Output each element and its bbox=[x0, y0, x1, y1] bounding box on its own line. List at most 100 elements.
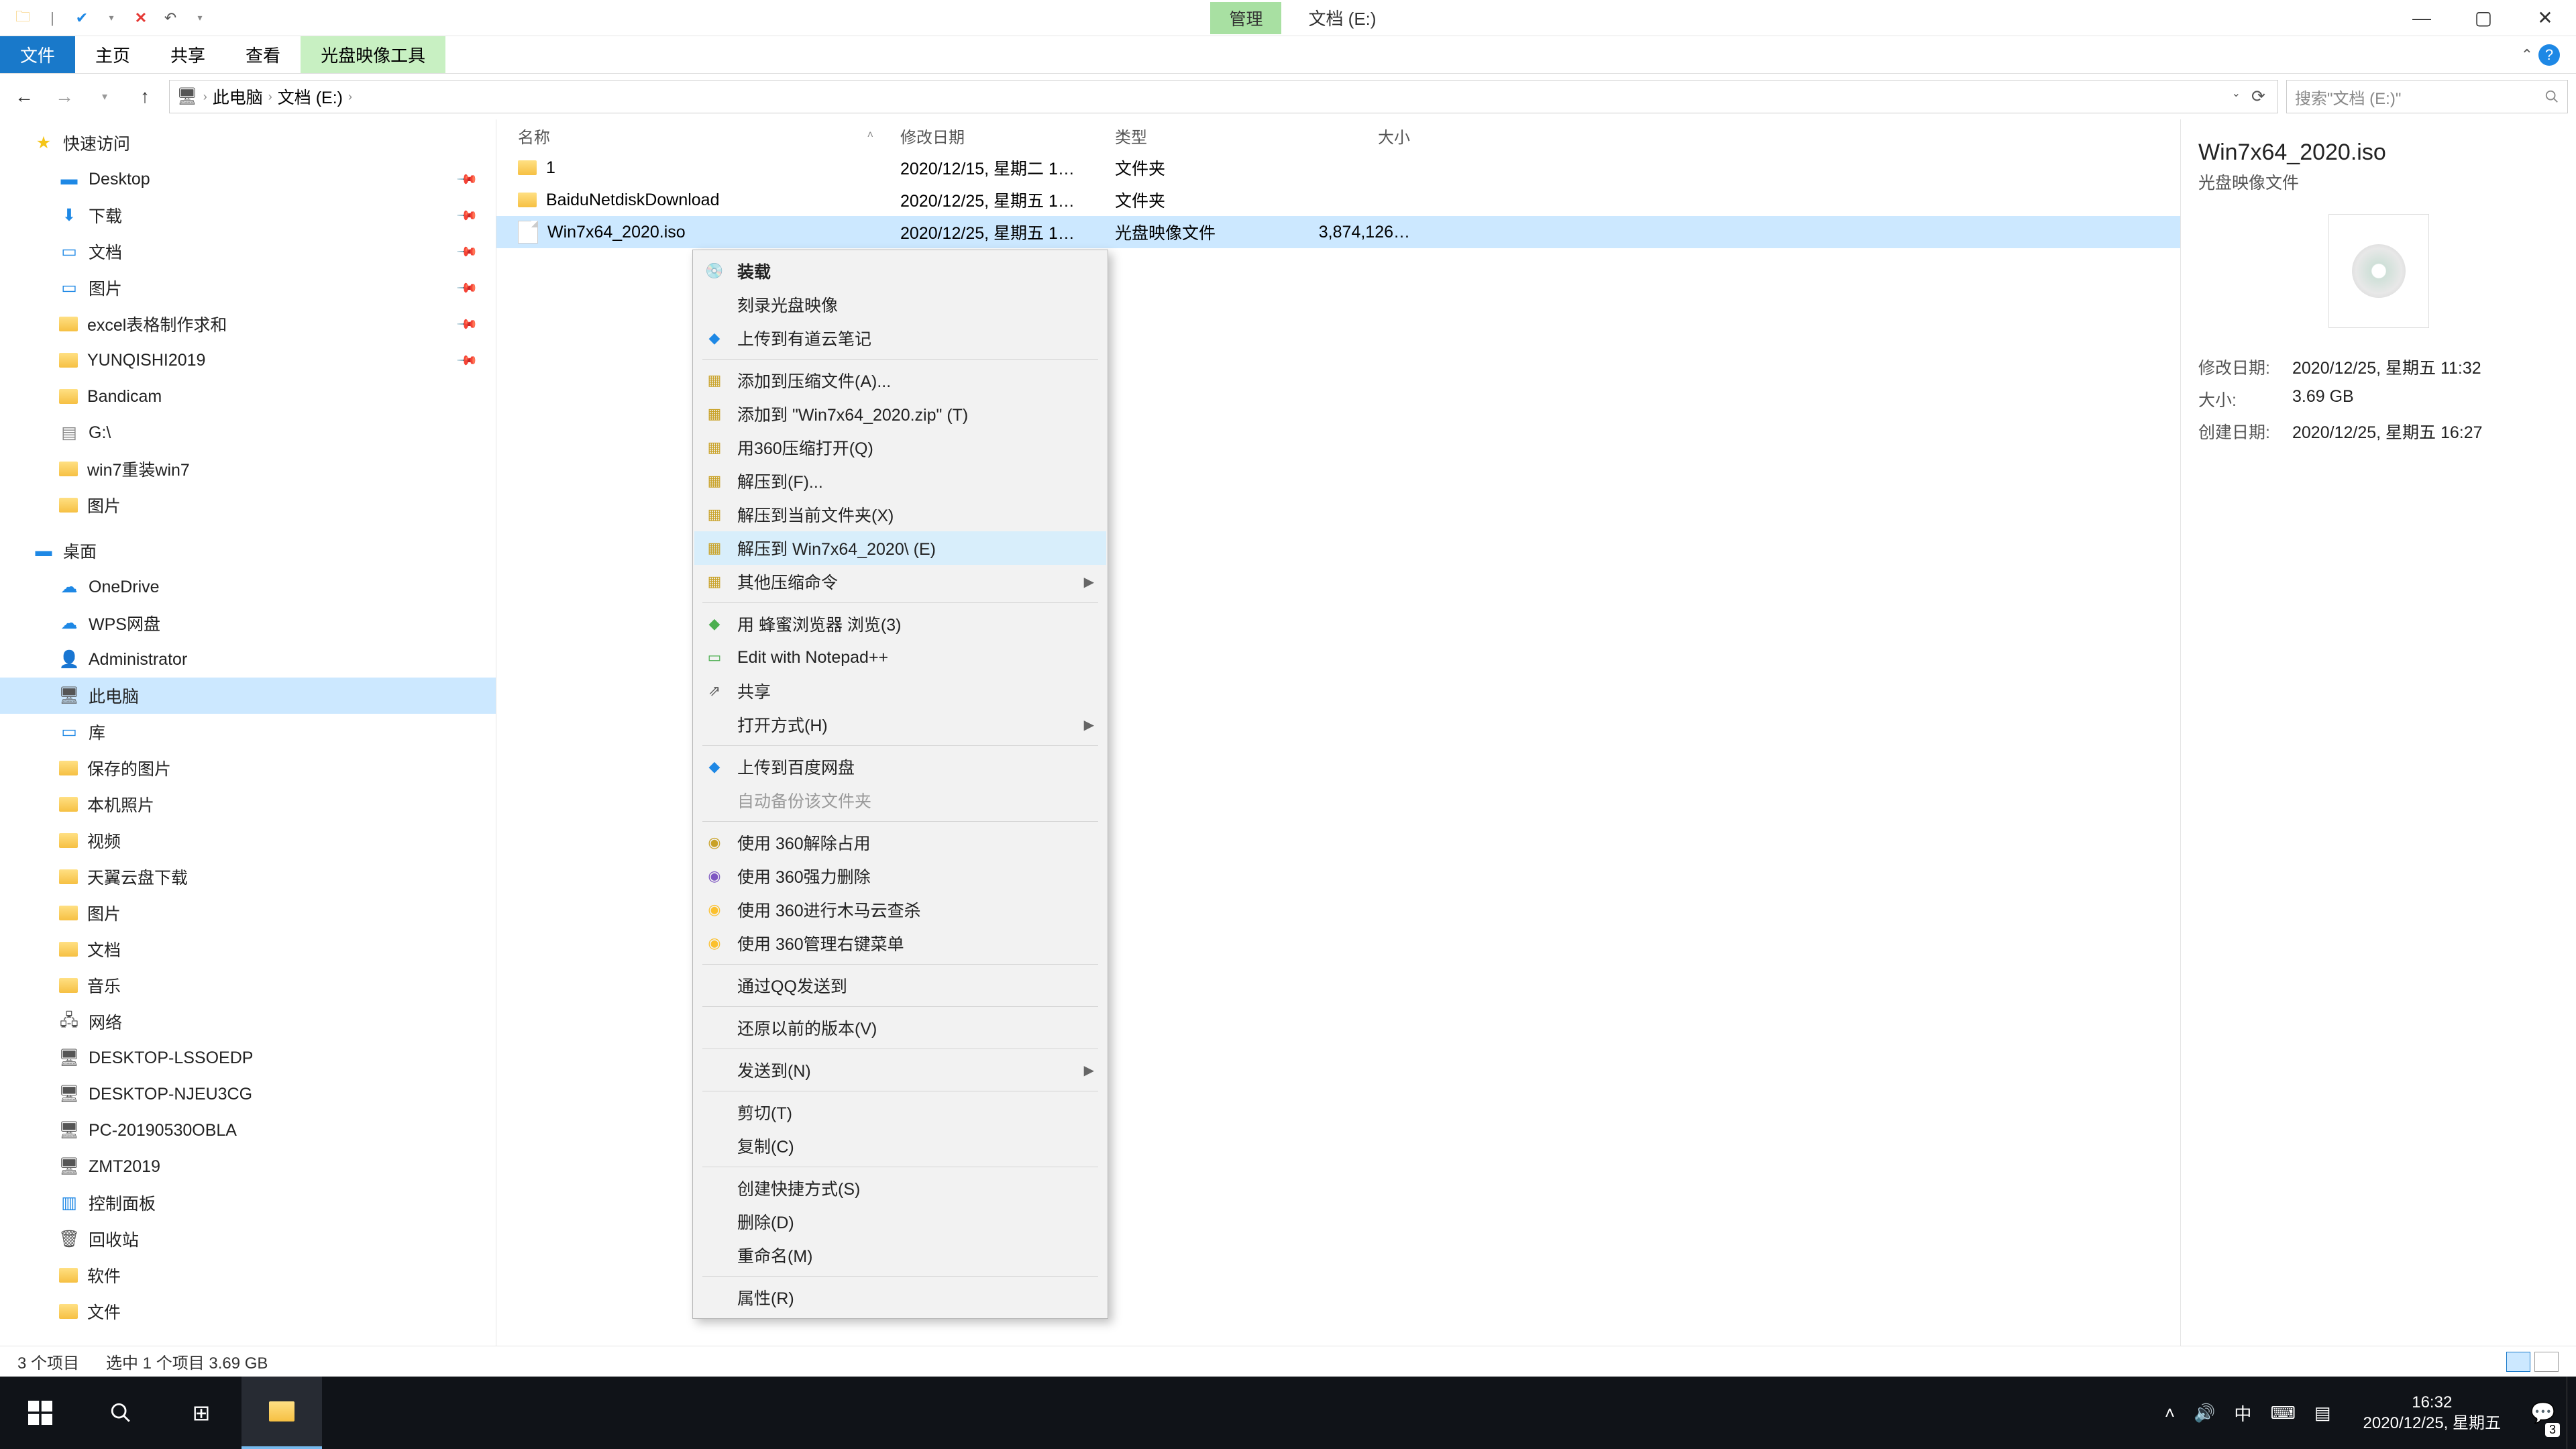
col-size[interactable]: 大小 bbox=[1303, 124, 1424, 148]
ime-indicator[interactable]: 中 bbox=[2234, 1401, 2251, 1426]
cm-notepad[interactable]: ▭Edit with Notepad++ bbox=[694, 641, 1106, 674]
nav-network[interactable]: 🖧网络 bbox=[0, 1004, 496, 1040]
cm-send-to[interactable]: 发送到(N)▶ bbox=[694, 1053, 1106, 1087]
nav-quick-access[interactable]: ★快速访问 bbox=[0, 125, 496, 161]
file-row-selected[interactable]: Win7x64_2020.iso 2020/12/25, 星期五 1… 光盘映像… bbox=[496, 216, 2180, 248]
ribbon-collapse-icon[interactable]: ⌃ bbox=[2521, 46, 2533, 64]
nav-lib-videos[interactable]: 视频 bbox=[0, 822, 496, 859]
forward-button[interactable]: → bbox=[48, 80, 80, 113]
show-desktop-button[interactable] bbox=[2567, 1377, 2576, 1449]
nav-pictures-2[interactable]: 图片 bbox=[0, 487, 496, 523]
undo-icon[interactable]: ↶ bbox=[161, 9, 180, 28]
nav-pictures[interactable]: ▭图片📌 bbox=[0, 270, 496, 306]
cm-add-archive[interactable]: ▦添加到压缩文件(A)... bbox=[694, 364, 1106, 397]
cm-qq-send[interactable]: 通过QQ发送到 bbox=[694, 969, 1106, 1002]
cm-baidu[interactable]: ◆上传到百度网盘 bbox=[694, 750, 1106, 784]
cm-other-compress[interactable]: ▦其他压缩命令▶ bbox=[694, 565, 1106, 598]
ribbon-tab-share[interactable]: 共享 bbox=[150, 36, 225, 73]
nav-lib-documents[interactable]: 文档 bbox=[0, 931, 496, 967]
task-view-button[interactable]: ⊞ bbox=[161, 1377, 241, 1449]
nav-control-panel[interactable]: ▥控制面板 bbox=[0, 1185, 496, 1221]
taskbar-clock[interactable]: 16:32 2020/12/25, 星期五 bbox=[2345, 1392, 2520, 1434]
back-button[interactable]: ← bbox=[8, 80, 40, 113]
tray-chevron-icon[interactable]: ˄ bbox=[2165, 1403, 2175, 1424]
cm-copy[interactable]: 复制(C) bbox=[694, 1129, 1106, 1163]
cm-delete[interactable]: 删除(D) bbox=[694, 1205, 1106, 1238]
cm-extract-named[interactable]: ▦解压到 Win7x64_2020\ (E) bbox=[694, 531, 1106, 565]
cm-open-360zip[interactable]: ▦用360压缩打开(Q) bbox=[694, 431, 1106, 464]
cm-properties[interactable]: 属性(R) bbox=[694, 1281, 1106, 1314]
cm-extract-to[interactable]: ▦解压到(F)... bbox=[694, 464, 1106, 498]
view-details-button[interactable] bbox=[2506, 1352, 2530, 1372]
taskbar-explorer[interactable] bbox=[241, 1377, 322, 1449]
ribbon-tab-file[interactable]: 文件 bbox=[0, 36, 75, 73]
qat-dropdown-icon[interactable]: ▾ bbox=[102, 9, 121, 28]
cm-360-menu[interactable]: ◉使用 360管理右键菜单 bbox=[694, 926, 1106, 960]
nav-software[interactable]: 软件 bbox=[0, 1257, 496, 1293]
cm-360-force-delete[interactable]: ◉使用 360强力删除 bbox=[694, 859, 1106, 893]
nav-downloads[interactable]: ⬇下载📌 bbox=[0, 197, 496, 233]
nav-lib-pictures[interactable]: 图片 bbox=[0, 895, 496, 931]
nav-folder-bandicam[interactable]: Bandicam bbox=[0, 378, 496, 415]
cm-add-zip[interactable]: ▦添加到 "Win7x64_2020.zip" (T) bbox=[694, 397, 1106, 431]
cm-open-with[interactable]: 打开方式(H)▶ bbox=[694, 708, 1106, 741]
nav-libraries[interactable]: ▭库 bbox=[0, 714, 496, 750]
crumb-loc[interactable]: 文档 (E:) bbox=[278, 85, 343, 109]
qat-more-icon[interactable]: ▾ bbox=[191, 9, 209, 28]
file-row[interactable]: BaiduNetdiskDownload 2020/12/25, 星期五 1… … bbox=[496, 184, 2180, 216]
action-center-button[interactable]: 💬 3 bbox=[2520, 1377, 2567, 1449]
nav-wps[interactable]: ☁WPS网盘 bbox=[0, 605, 496, 641]
nav-net-3[interactable]: 🖥PC-20190530OBLA bbox=[0, 1112, 496, 1148]
nav-drive-g[interactable]: ▤G:\ bbox=[0, 415, 496, 451]
cm-shortcut[interactable]: 创建快捷方式(S) bbox=[694, 1171, 1106, 1205]
nav-net-1[interactable]: 🖥DESKTOP-LSSOEDP bbox=[0, 1040, 496, 1076]
ribbon-tab-home[interactable]: 主页 bbox=[75, 36, 150, 73]
nav-folder-yunqishi[interactable]: YUNQISHI2019📌 bbox=[0, 342, 496, 378]
history-dropdown[interactable]: ▾ bbox=[89, 80, 121, 113]
start-button[interactable] bbox=[0, 1377, 80, 1449]
nav-onedrive[interactable]: ☁OneDrive bbox=[0, 569, 496, 605]
cm-extract-here[interactable]: ▦解压到当前文件夹(X) bbox=[694, 498, 1106, 531]
nav-folder-win7[interactable]: win7重装win7 bbox=[0, 451, 496, 487]
nav-lib-saved-pictures[interactable]: 保存的图片 bbox=[0, 750, 496, 786]
nav-admin[interactable]: 👤Administrator bbox=[0, 641, 496, 678]
cm-browser[interactable]: ◆用 蜂蜜浏览器 浏览(3) bbox=[694, 607, 1106, 641]
nav-net-2[interactable]: 🖥DESKTOP-NJEU3CG bbox=[0, 1076, 496, 1112]
crumb-root[interactable]: 此电脑 bbox=[213, 85, 263, 109]
cm-burn[interactable]: 刻录光盘映像 bbox=[694, 288, 1106, 321]
minimize-button[interactable]: — bbox=[2391, 0, 2453, 36]
col-type[interactable]: 类型 bbox=[1115, 124, 1303, 148]
cm-rename[interactable]: 重命名(M) bbox=[694, 1238, 1106, 1272]
up-button[interactable]: ↑ bbox=[129, 80, 161, 113]
nav-recycle-bin[interactable]: 🗑回收站 bbox=[0, 1221, 496, 1257]
col-date[interactable]: 修改日期 bbox=[900, 124, 1115, 148]
nav-desktop-root[interactable]: ▬桌面 bbox=[0, 533, 496, 569]
cm-mount[interactable]: 💿装载 bbox=[694, 254, 1106, 288]
nav-desktop[interactable]: ▬Desktop📌 bbox=[0, 161, 496, 197]
col-name[interactable]: 名称˄ bbox=[518, 124, 900, 148]
ime-mode-icon[interactable]: ⌨ bbox=[2270, 1403, 2296, 1424]
file-row[interactable]: 1 2020/12/15, 星期二 1… 文件夹 bbox=[496, 152, 2180, 184]
close-button[interactable]: ✕ bbox=[2514, 0, 2576, 36]
nav-this-pc[interactable]: 🖥此电脑 bbox=[0, 678, 496, 714]
search-button[interactable] bbox=[80, 1377, 161, 1449]
help-icon[interactable]: ? bbox=[2538, 44, 2560, 66]
cm-restore[interactable]: 还原以前的版本(V) bbox=[694, 1011, 1106, 1044]
nav-lib-tianyi[interactable]: 天翼云盘下载 bbox=[0, 859, 496, 895]
cm-360-unlock[interactable]: ◉使用 360解除占用 bbox=[694, 826, 1106, 859]
nav-lib-camera-roll[interactable]: 本机照片 bbox=[0, 786, 496, 822]
volume-icon[interactable]: 🔊 bbox=[2194, 1403, 2215, 1424]
cm-360-trojan-scan[interactable]: ◉使用 360进行木马云查杀 bbox=[694, 893, 1106, 926]
cm-cut[interactable]: 剪切(T) bbox=[694, 1095, 1106, 1129]
delete-icon[interactable]: ✕ bbox=[131, 9, 150, 28]
nav-lib-music[interactable]: 音乐 bbox=[0, 967, 496, 1004]
nav-documents[interactable]: ▭文档📌 bbox=[0, 233, 496, 270]
refresh-icon[interactable]: ⟳ bbox=[2251, 87, 2265, 107]
nav-files[interactable]: 文件 bbox=[0, 1293, 496, 1330]
nav-folder-excel[interactable]: excel表格制作求和📌 bbox=[0, 306, 496, 342]
breadcrumb[interactable]: 🖥 › 此电脑 › 文档 (E:) › ⌄ ⟳ bbox=[169, 80, 2278, 113]
ribbon-tab-view[interactable]: 查看 bbox=[225, 36, 301, 73]
nav-net-4[interactable]: 🖥ZMT2019 bbox=[0, 1148, 496, 1185]
network-icon[interactable]: ▤ bbox=[2314, 1403, 2331, 1424]
check-icon[interactable]: ✔ bbox=[72, 9, 91, 28]
